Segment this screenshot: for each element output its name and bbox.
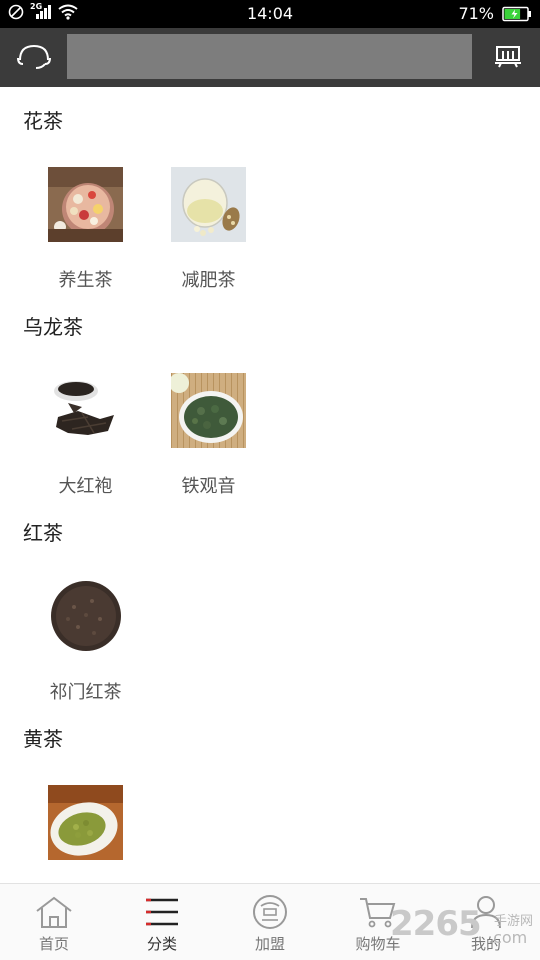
flower-tea-cup-photo <box>48 167 123 242</box>
section-items: 大红袍 铁观音 <box>24 373 270 498</box>
scan-button[interactable] <box>486 40 530 74</box>
bottom-navigation: 首页 分类 加盟 购物车 我的 <box>0 883 540 960</box>
category-item[interactable]: 减肥茶 <box>147 167 270 292</box>
scan-icon <box>495 46 521 68</box>
home-icon <box>34 893 74 931</box>
section-title: 红茶 <box>23 521 63 545</box>
nav-label: 首页 <box>38 935 69 953</box>
category-item[interactable]: 养生茶 <box>24 167 147 292</box>
category-section: 花茶 养生茶 减肥茶 <box>0 87 540 293</box>
category-item[interactable]: 铁观音 <box>147 373 270 498</box>
dark-oolong-leaves-photo <box>48 373 123 448</box>
nav-label: 加盟 <box>254 935 285 953</box>
cart-icon <box>358 893 398 931</box>
item-label: 铁观音 <box>181 476 236 497</box>
nav-label: 分类 <box>146 935 177 953</box>
category-item[interactable] <box>24 785 147 883</box>
category-section: 红茶 祁门红茶 <box>0 499 540 705</box>
search-input[interactable] <box>67 34 472 79</box>
item-label: 大红袍 <box>58 476 113 497</box>
nav-item-home[interactable]: 首页 <box>0 884 108 960</box>
section-title: 黄茶 <box>23 727 63 751</box>
nav-item-profile[interactable]: 我的 <box>432 884 540 960</box>
section-items: 祁门红茶 <box>24 579 147 704</box>
black-tea-pile-photo <box>48 579 123 654</box>
category-content: 花茶 养生茶 减肥茶 乌龙茶 大红袍 铁观音 红茶 祁门红茶 黄茶 <box>0 87 540 883</box>
item-label: 祁门红茶 <box>49 682 122 703</box>
nav-item-category[interactable]: 分类 <box>108 884 216 960</box>
section-items <box>24 785 147 883</box>
join-icon <box>250 893 290 931</box>
top-toolbar <box>0 28 540 87</box>
nav-label: 购物车 <box>355 935 401 953</box>
section-title: 乌龙茶 <box>23 315 83 339</box>
green-oolong-bowl-photo <box>171 373 246 448</box>
status-icons-right: 71% <box>458 4 532 23</box>
status-bar: 2G 14:04 71% <box>0 0 540 28</box>
nav-item-cart[interactable]: 购物车 <box>324 884 432 960</box>
nav-item-join[interactable]: 加盟 <box>216 884 324 960</box>
item-label: 养生茶 <box>58 270 113 291</box>
headset-icon <box>17 44 51 69</box>
nav-label: 我的 <box>470 935 501 953</box>
battery-icon <box>502 6 531 21</box>
category-item[interactable]: 大红袍 <box>24 373 147 498</box>
category-icon <box>142 893 182 931</box>
customer-service-button[interactable] <box>12 40 56 74</box>
item-label: 减肥茶 <box>181 270 236 291</box>
battery-percent: 71% <box>458 4 494 23</box>
category-section: 黄茶 <box>0 705 540 883</box>
user-icon <box>466 893 506 931</box>
category-section: 乌龙茶 大红袍 铁观音 <box>0 293 540 499</box>
category-item[interactable]: 祁门红茶 <box>24 579 147 704</box>
section-items: 养生茶 减肥茶 <box>24 167 270 292</box>
section-title: 花茶 <box>23 109 63 133</box>
yellow-tea-plate-photo <box>48 785 123 860</box>
glass-tea-cup-photo <box>171 167 246 242</box>
